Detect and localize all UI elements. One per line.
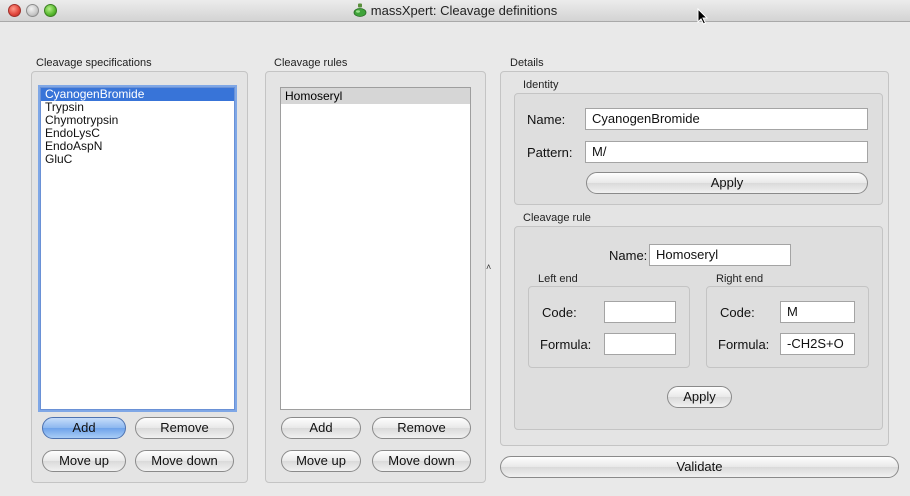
identity-pattern-label: Pattern: bbox=[527, 145, 573, 160]
splitter-handle[interactable]: ˄ bbox=[486, 262, 491, 272]
left-end-group bbox=[528, 286, 690, 368]
flask-icon bbox=[353, 3, 367, 17]
identity-name-field[interactable]: CyanogenBromide bbox=[585, 108, 868, 130]
rule-add-button[interactable]: Add bbox=[281, 417, 361, 439]
validate-button[interactable]: Validate bbox=[500, 456, 899, 478]
rules-list[interactable]: Homoseryl bbox=[280, 87, 471, 410]
spec-remove-button[interactable]: Remove bbox=[135, 417, 234, 439]
cleavage-rule-label: Cleavage rule bbox=[523, 212, 591, 224]
details-label: Details bbox=[510, 57, 544, 69]
list-item[interactable]: GluC bbox=[41, 153, 234, 166]
left-code-field[interactable] bbox=[604, 301, 676, 323]
rules-label: Cleavage rules bbox=[274, 57, 348, 69]
rule-apply-button[interactable]: Apply bbox=[667, 386, 732, 408]
specifications-label: Cleavage specifications bbox=[36, 57, 152, 69]
right-end-label: Right end bbox=[716, 273, 764, 285]
spec-move-up-button[interactable]: Move up bbox=[42, 450, 126, 472]
right-end-group bbox=[706, 286, 869, 368]
identity-name-label: Name: bbox=[527, 112, 566, 127]
right-formula-label: Formula: bbox=[718, 337, 770, 352]
identity-label: Identity bbox=[523, 79, 559, 91]
identity-apply-button[interactable]: Apply bbox=[586, 172, 868, 194]
spec-move-down-button[interactable]: Move down bbox=[135, 450, 234, 472]
right-formula-field[interactable]: -CH2S+O bbox=[780, 333, 855, 355]
rule-move-down-button[interactable]: Move down bbox=[372, 450, 471, 472]
rule-name-label: Name: bbox=[609, 248, 648, 263]
arrow-cursor-icon bbox=[697, 8, 709, 25]
title-bar[interactable]: massXpert: Cleavage definitions bbox=[0, 0, 910, 22]
window-title-area: massXpert: Cleavage definitions bbox=[0, 0, 910, 22]
rule-name-field[interactable]: Homoseryl bbox=[649, 244, 791, 266]
identity-pattern-field[interactable]: M/ bbox=[585, 141, 868, 163]
spec-add-button[interactable]: Add bbox=[42, 417, 126, 439]
main-window: massXpert: Cleavage definitions Cleavage… bbox=[0, 0, 910, 496]
left-formula-field[interactable] bbox=[604, 333, 676, 355]
left-code-label: Code: bbox=[542, 305, 577, 320]
list-item[interactable]: Homoseryl bbox=[281, 88, 470, 104]
left-formula-label: Formula: bbox=[540, 337, 592, 352]
left-end-label: Left end bbox=[538, 273, 578, 285]
right-code-label: Code: bbox=[720, 305, 755, 320]
specifications-list[interactable]: CyanogenBromide Trypsin Chymotrypsin End… bbox=[40, 87, 235, 410]
rule-remove-button[interactable]: Remove bbox=[372, 417, 471, 439]
right-code-field[interactable]: M bbox=[780, 301, 855, 323]
rule-move-up-button[interactable]: Move up bbox=[281, 450, 361, 472]
window-title: massXpert: Cleavage definitions bbox=[370, 3, 558, 18]
